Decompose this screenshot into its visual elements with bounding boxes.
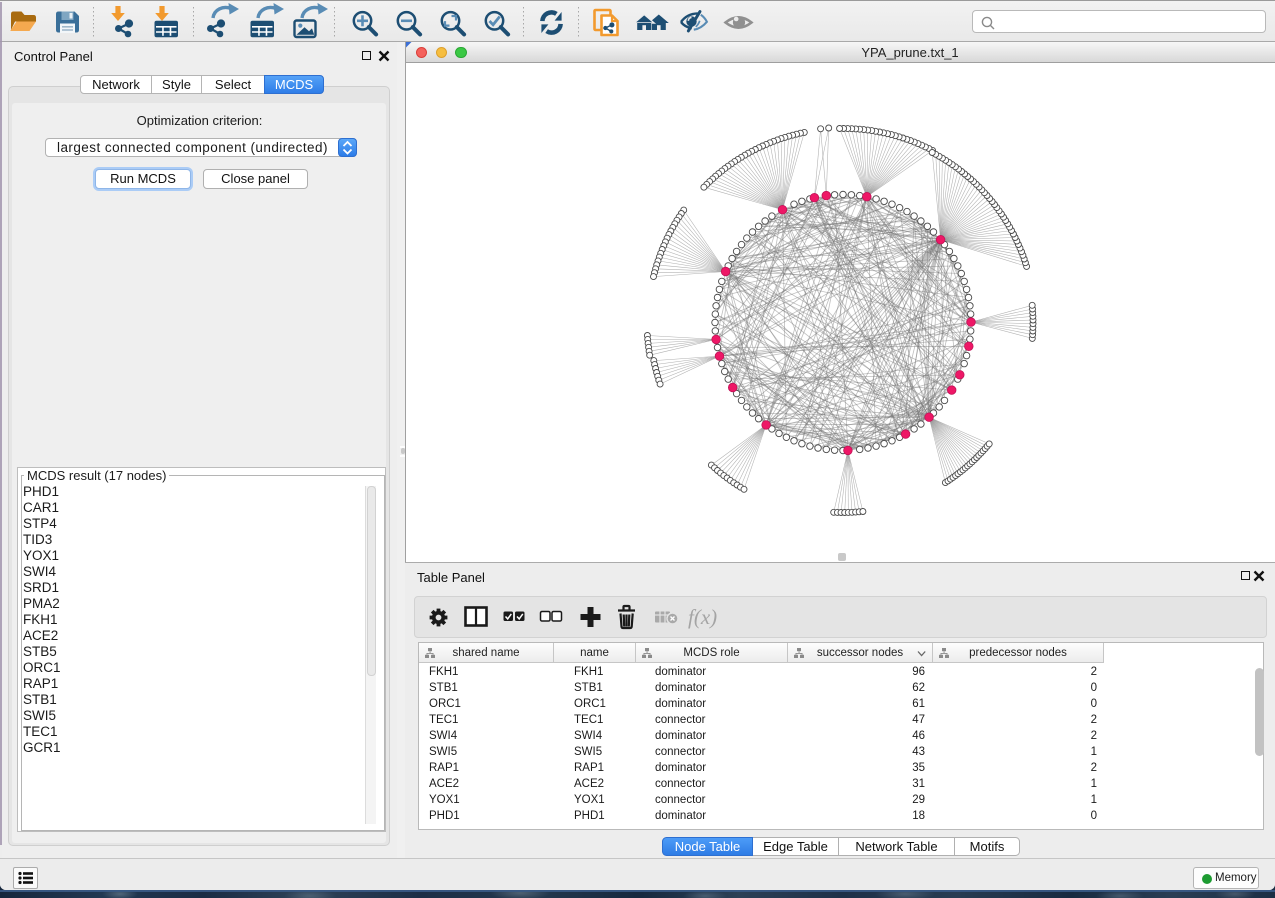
svg-text:f(x): f(x) — [688, 605, 717, 629]
